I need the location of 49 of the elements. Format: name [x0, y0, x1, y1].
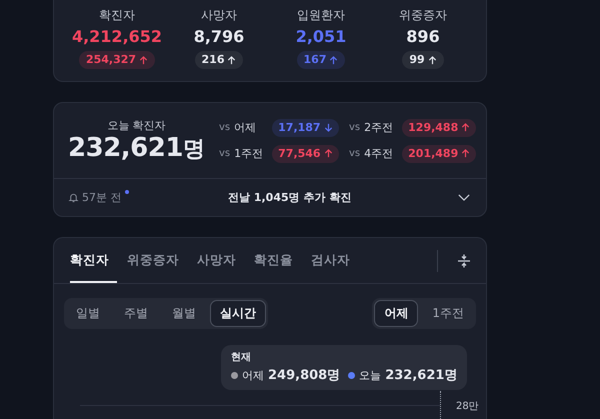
- compare-tab[interactable]: 1주전: [422, 300, 474, 327]
- chevron-down-icon[interactable]: [458, 194, 470, 201]
- change-badge: 201,489: [402, 144, 476, 162]
- category-tab[interactable]: 검사자: [311, 238, 358, 283]
- vs-label: vs: [349, 148, 360, 159]
- stat-label: 입원환자: [297, 7, 345, 23]
- stat-value: 2,051: [296, 26, 346, 48]
- category-tab[interactable]: 확진자: [70, 238, 117, 283]
- comparison-label: 2주전: [364, 120, 394, 135]
- comparison-label: 어제: [234, 120, 258, 135]
- period-tab[interactable]: 일별: [66, 300, 110, 327]
- stat-label: 확진자: [99, 7, 135, 23]
- today-count: 232,621: [68, 132, 183, 162]
- vs-label: vs: [219, 148, 230, 159]
- change-badge: 129,488: [402, 118, 476, 136]
- stat-value: 896: [406, 26, 440, 48]
- change-badge: 17,187: [272, 118, 339, 136]
- period-tab[interactable]: 실시간: [210, 300, 266, 327]
- legend-value: 249,808명: [268, 367, 340, 384]
- vs-label: vs: [349, 122, 360, 133]
- unit-label: 명: [182, 136, 205, 164]
- category-tab[interactable]: 확진율: [254, 238, 301, 283]
- legend-label: 오늘: [359, 368, 382, 382]
- period-tab[interactable]: 월별: [162, 300, 206, 327]
- stat-value: 4,212,652: [72, 26, 162, 48]
- stat-value: 8,796: [194, 26, 244, 48]
- stat-label: 사망자: [201, 7, 237, 23]
- update-time: 57분 전: [82, 190, 122, 205]
- cursor-line: [440, 391, 441, 419]
- change-badge: 167: [296, 51, 346, 69]
- change-badge: 216: [194, 51, 244, 69]
- tooltip-title: 현재: [231, 351, 252, 364]
- change-badge: 99: [402, 51, 444, 69]
- change-badge: 254,327: [78, 51, 156, 69]
- bell-icon: [68, 192, 79, 203]
- update-message: 전날 1,045명 추가 확진: [228, 190, 352, 205]
- change-badge: 77,546: [272, 144, 339, 162]
- vs-label: vs: [219, 122, 230, 133]
- category-tab[interactable]: 위중증자: [127, 238, 187, 283]
- stat-label: 위중증자: [399, 7, 447, 23]
- period-tab[interactable]: 주별: [114, 300, 158, 327]
- comparison-label: 1주전: [234, 146, 264, 161]
- category-tab[interactable]: 사망자: [197, 238, 244, 283]
- legend-label: 어제: [242, 368, 264, 382]
- today-label: 오늘 확진자: [107, 118, 166, 132]
- axis-tick-label: 28만: [456, 400, 479, 413]
- comparison-label: 4주전: [364, 146, 394, 161]
- compare-tab[interactable]: 어제: [374, 300, 418, 327]
- legend-value: 232,621명: [385, 367, 458, 384]
